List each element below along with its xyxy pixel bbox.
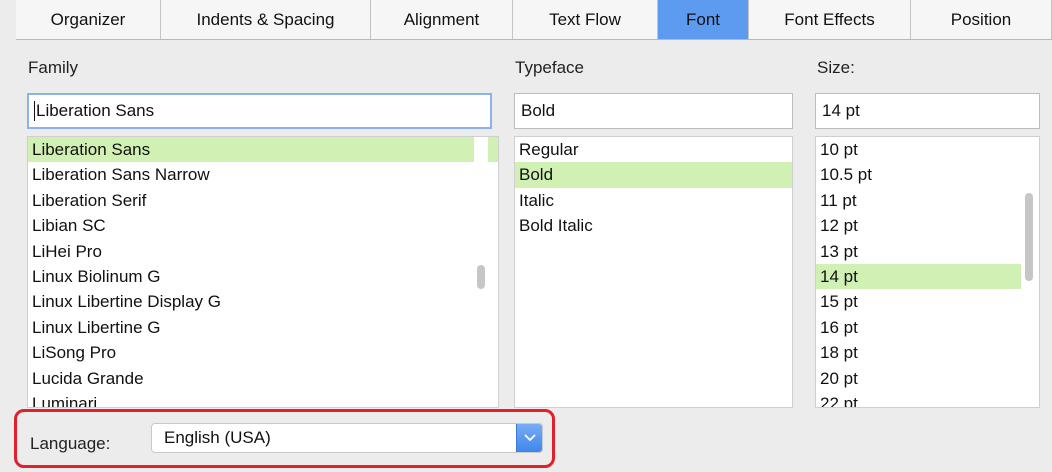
typeface-label: Typeface (515, 58, 584, 77)
size-list-item[interactable]: 20 pt (816, 366, 1039, 391)
size-list-item[interactable]: 16 pt (816, 315, 1039, 340)
family-list-item[interactable]: Luminari (28, 391, 498, 407)
size-list-item[interactable]: 14 pt (816, 263, 1021, 290)
family-label: Family (28, 58, 79, 77)
text-caret (34, 100, 35, 121)
language-dropdown-button[interactable] (516, 424, 542, 452)
size-input-value: 14 pt (822, 101, 860, 120)
tab-position[interactable]: Position (911, 0, 1052, 39)
typeface-input[interactable]: Bold (514, 93, 793, 129)
family-list-item[interactable]: LiSong Pro (28, 340, 498, 365)
size-scrollbar[interactable] (1022, 137, 1036, 407)
size-list-item[interactable]: 18 pt (816, 340, 1039, 365)
family-scrollbar[interactable] (474, 137, 488, 407)
tab-text-flow[interactable]: Text Flow (513, 0, 658, 39)
paragraph-style-dialog: Organizer Indents & Spacing Alignment Te… (0, 0, 1052, 472)
size-scrollbar-thumb[interactable] (1025, 193, 1033, 282)
size-list-item[interactable]: 22 pt (816, 391, 1039, 407)
size-list-item[interactable]: 12 pt (816, 213, 1039, 238)
size-label: Size: (817, 58, 855, 77)
language-value: English (USA) (164, 428, 271, 447)
size-list-item[interactable]: 10 pt (816, 137, 1039, 162)
family-list-item[interactable]: Libian SC (28, 213, 498, 238)
family-input-value: Liberation Sans (36, 101, 155, 120)
size-list-item[interactable]: 15 pt (816, 289, 1039, 314)
size-list-item[interactable]: 10.5 pt (816, 162, 1039, 187)
tab-organizer[interactable]: Organizer (16, 0, 161, 39)
family-list-item[interactable]: Liberation Sans (28, 137, 498, 163)
tab-alignment[interactable]: Alignment (371, 0, 513, 39)
family-list-item[interactable]: Lucida Grande (28, 366, 498, 391)
tab-indents-spacing[interactable]: Indents & Spacing (161, 0, 371, 39)
language-label: Language: (30, 434, 111, 453)
typeface-list-item[interactable]: Bold (515, 162, 792, 188)
typeface-list-item[interactable]: Bold Italic (515, 213, 792, 238)
size-list-item[interactable]: 11 pt (816, 188, 1039, 213)
family-list-item[interactable]: Linux Biolinum G (28, 264, 498, 289)
language-select[interactable]: English (USA) (151, 423, 543, 453)
tab-bar: Organizer Indents & Spacing Alignment Te… (16, 0, 1052, 40)
family-list-item[interactable]: Linux Libertine Display G (28, 289, 498, 314)
family-list-item[interactable]: Liberation Serif (28, 188, 498, 213)
family-list[interactable]: Liberation Sans Liberation Sans Narrow L… (27, 136, 499, 408)
typeface-list[interactable]: Regular Bold Italic Bold Italic (514, 136, 793, 408)
tab-font[interactable]: Font (658, 0, 749, 39)
typeface-list-item[interactable]: Regular (515, 137, 792, 162)
typeface-list-item[interactable]: Italic (515, 188, 792, 213)
language-highlight: Language: English (USA) (14, 409, 555, 468)
size-input[interactable]: 14 pt (815, 93, 1040, 129)
family-list-item[interactable]: LiHei Pro (28, 239, 498, 264)
family-input[interactable]: Liberation Sans (27, 93, 492, 129)
size-list-item[interactable]: 13 pt (816, 239, 1039, 264)
tab-font-effects[interactable]: Font Effects (749, 0, 911, 39)
typeface-input-value: Bold (521, 101, 556, 120)
family-scrollbar-thumb[interactable] (477, 264, 485, 289)
size-list[interactable]: 10 pt 10.5 pt 11 pt 12 pt 13 pt 14 pt 15… (815, 136, 1040, 408)
family-list-item[interactable]: Liberation Sans Narrow (28, 162, 498, 187)
family-list-item[interactable]: Linux Libertine G (28, 315, 498, 340)
chevron-down-icon (524, 434, 535, 441)
